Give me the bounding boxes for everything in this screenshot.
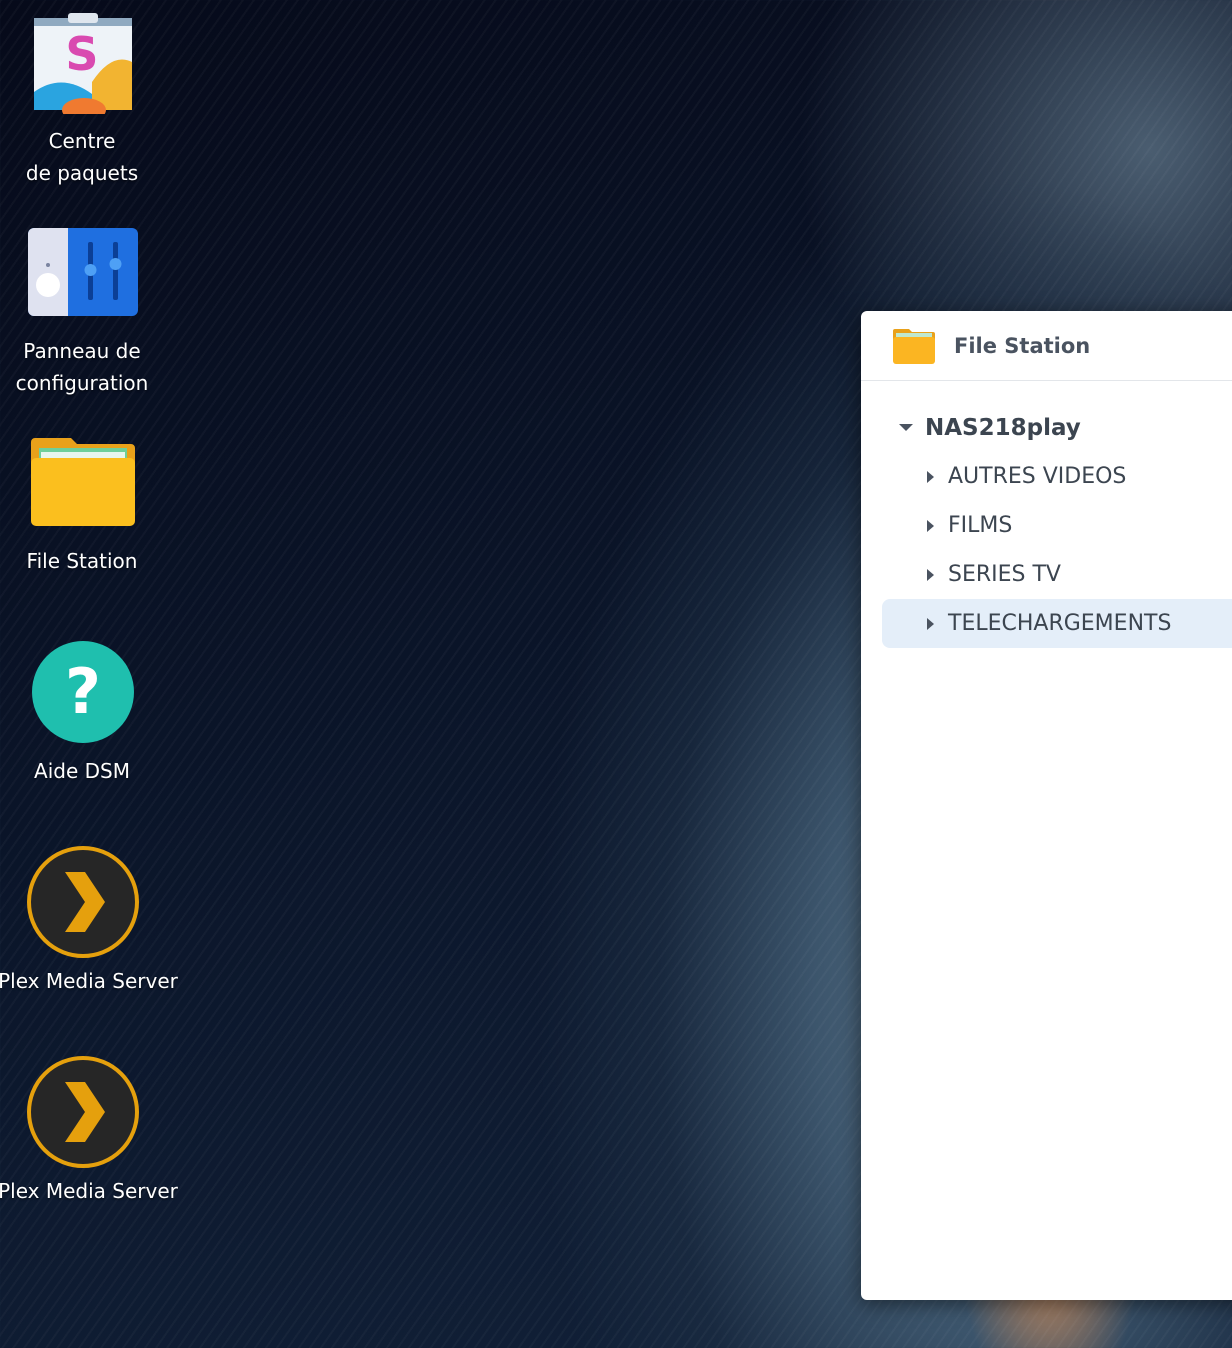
- tree-node-label: NAS218play: [925, 414, 1081, 441]
- caret-right-icon[interactable]: [927, 470, 934, 483]
- file-station-icon: [31, 438, 135, 526]
- folder-tree: NAS218play AUTRES VIDEOS FILMS SERIES TV…: [861, 381, 1232, 648]
- help-icon: ?: [32, 641, 134, 743]
- tree-node-label: SERIES TV: [948, 562, 1061, 587]
- icon-label: File Station: [26, 549, 138, 573]
- tree-node-label: AUTRES VIDEOS: [948, 464, 1127, 489]
- tree-node-series-tv[interactable]: SERIES TV: [882, 550, 1232, 599]
- package-center-icon: S: [34, 13, 132, 114]
- control-panel-icon: [28, 228, 138, 316]
- file-station-icon: [893, 328, 935, 364]
- tree-root-node[interactable]: NAS218play: [861, 403, 1232, 452]
- desktop-icon-file-station[interactable]: File Station: [0, 420, 165, 600]
- caret-right-icon[interactable]: [927, 519, 934, 532]
- desktop-icon-help[interactable]: ? Aide DSM: [0, 630, 165, 810]
- caret-down-icon[interactable]: [899, 424, 913, 431]
- tree-node-label: TELECHARGEMENTS: [948, 611, 1172, 636]
- svg-text:S: S: [65, 27, 98, 81]
- tree-node-films[interactable]: FILMS: [882, 501, 1232, 550]
- desktop-icon-plex-media-server[interactable]: Plex Media Server: [0, 840, 178, 1020]
- desktop-icon-plex-media-server[interactable]: Plex Media Server: [0, 1050, 178, 1230]
- icon-label: Centre: [48, 129, 116, 153]
- window-header[interactable]: File Station: [861, 311, 1232, 381]
- icon-label: Plex Media Server: [0, 1179, 178, 1203]
- window-title: File Station: [954, 333, 1091, 358]
- caret-right-icon[interactable]: [927, 568, 934, 581]
- tree-node-autres-videos[interactable]: AUTRES VIDEOS: [882, 452, 1232, 501]
- plex-icon: [27, 1056, 139, 1168]
- icon-label: configuration: [15, 371, 149, 395]
- icon-label: Panneau de: [23, 339, 141, 363]
- icon-label: de paquets: [25, 161, 139, 185]
- file-station-window[interactable]: File Station NAS218play AUTRES VIDEOS FI…: [861, 311, 1232, 1300]
- tree-node-label: FILMS: [948, 513, 1013, 538]
- plex-icon: [27, 846, 139, 958]
- icon-label: Plex Media Server: [0, 969, 178, 993]
- svg-text:?: ?: [65, 655, 101, 728]
- desktop-icon-control-panel[interactable]: Panneau de configuration: [0, 210, 165, 410]
- caret-right-icon[interactable]: [927, 617, 934, 630]
- tree-node-telechargements[interactable]: TELECHARGEMENTS: [882, 599, 1232, 648]
- desktop-icon-package-center[interactable]: S Centre de paquets: [0, 0, 165, 200]
- icon-label: Aide DSM: [34, 759, 130, 783]
